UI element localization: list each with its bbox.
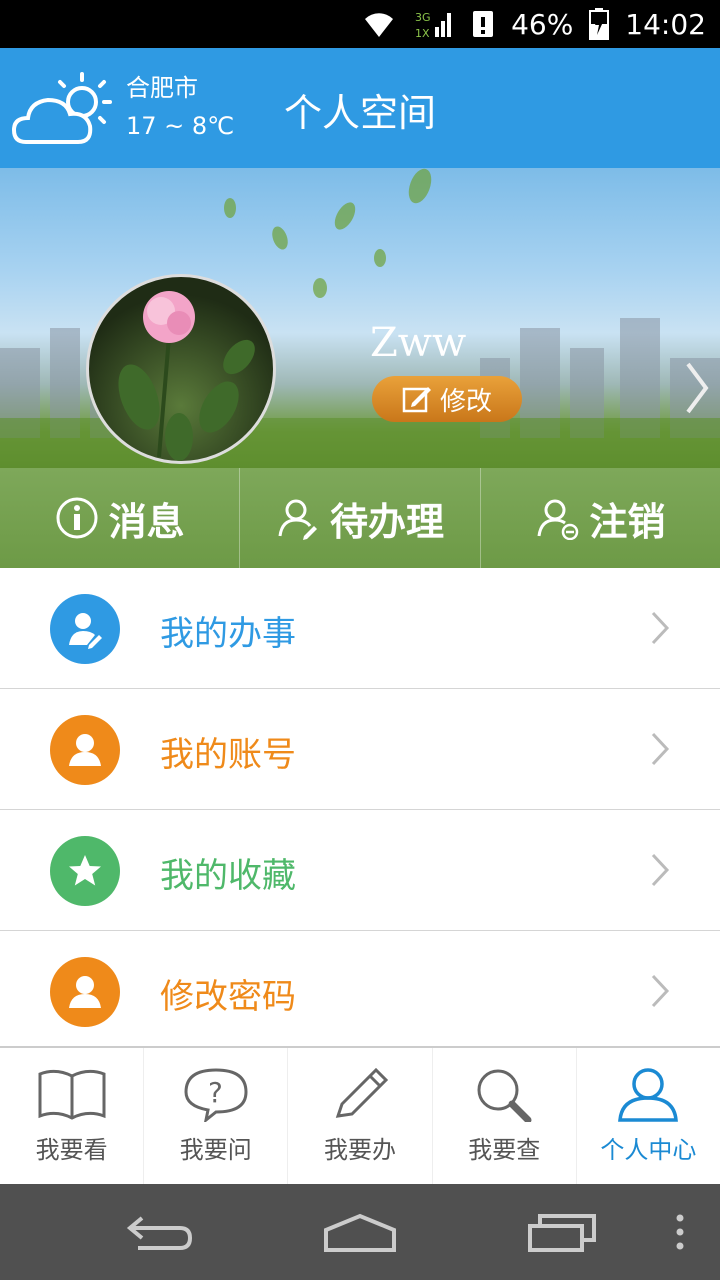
pencil-icon [335,1067,389,1118]
tab-ask[interactable]: ? 我要问 [144,1048,289,1184]
menu-item-my-favorites[interactable]: 我的收藏 [0,810,720,931]
logout-button[interactable]: 注销 [481,468,720,568]
tab-label: 我要问 [179,1136,252,1164]
tab-read[interactable]: 我要看 [0,1048,145,1184]
home-icon[interactable] [322,1212,398,1252]
chevron-right-icon[interactable] [682,358,712,418]
avatar[interactable] [86,274,276,464]
star-icon [50,836,120,906]
recent-apps-icon[interactable] [526,1212,598,1252]
menu-list: 我的办事 我的账号 我的收藏 修改密码 [0,568,720,1052]
chevron-right-icon [651,732,670,766]
status-bar: 3G 1X 46% 14:02 [0,0,720,48]
tab-label: 我要查 [468,1136,541,1164]
svg-text:3G: 3G [415,11,431,24]
chevron-right-icon [651,974,670,1008]
edit-icon [402,387,431,413]
menu-label: 我的收藏 [160,856,296,896]
book-icon [38,1069,106,1120]
chevron-right-icon [651,611,670,645]
battery-percent: 46% [511,7,574,41]
system-nav-bar [0,1184,720,1280]
info-icon [56,497,98,539]
menu-label: 修改密码 [160,977,296,1017]
tab-label: 个人中心 [600,1136,697,1164]
signal-icon: 3G 1X [415,9,455,39]
user-icon [618,1068,679,1122]
user-icon [50,957,120,1027]
user-icon [50,715,120,785]
menu-item-change-password[interactable]: 修改密码 [0,931,720,1052]
tab-search[interactable]: 我要查 [433,1048,577,1184]
user-edit-icon [278,499,317,540]
user-minus-icon [537,499,579,540]
pending-label: 待办理 [329,499,444,544]
menu-label: 我的账号 [160,735,296,775]
user-edit-icon [50,594,120,664]
battery-icon [589,8,610,40]
search-icon [477,1069,532,1122]
edit-profile-label: 修改 [439,386,492,417]
menu-item-my-account[interactable]: 我的账号 [0,689,720,810]
menu-item-my-affairs[interactable]: 我的办事 [0,568,720,689]
logout-label: 注销 [589,499,666,544]
clock: 14:02 [625,7,706,41]
rose-photo [118,291,255,461]
overflow-menu-icon[interactable] [674,1212,686,1252]
app-bar: 合肥市 17 ~ 8℃ 个人空间 [0,48,720,168]
back-icon[interactable] [124,1212,194,1252]
wifi-icon [359,9,399,39]
tab-label: 我要看 [35,1136,108,1164]
sim-alert-icon [471,9,495,39]
chevron-right-icon [651,853,670,887]
messages-button[interactable]: 消息 [0,468,241,568]
svg-text:?: ? [208,1076,223,1109]
page-title: 个人空间 [283,91,436,135]
tab-do[interactable]: 我要办 [288,1048,433,1184]
question-icon: ? [184,1068,248,1122]
messages-label: 消息 [108,499,185,544]
quick-actions: 消息 待办理 注销 [0,468,720,568]
tab-personal-center[interactable]: 个人中心 [577,1048,720,1184]
profile-banner: Zww 修改 [0,168,720,468]
bottom-tab-bar: 我要看 ? 我要问 我要办 我要查 个人中心 [0,1046,720,1184]
tab-label: 我要办 [324,1136,396,1164]
username: Zww [370,320,467,366]
edit-profile-button[interactable]: 修改 [372,376,522,422]
menu-label: 我的办事 [160,614,296,654]
svg-text:1X: 1X [415,27,430,39]
pending-button[interactable]: 待办理 [240,468,481,568]
